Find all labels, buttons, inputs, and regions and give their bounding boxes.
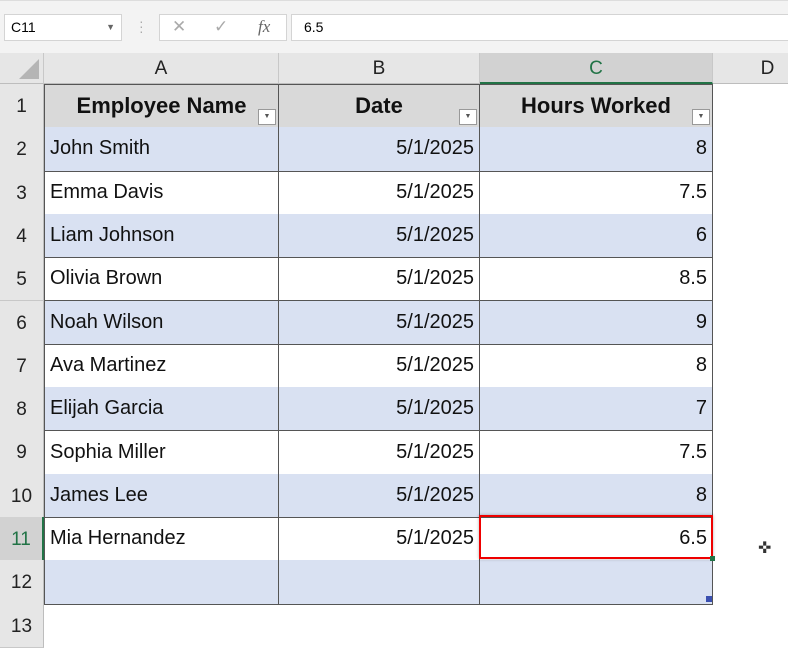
name-box[interactable]: C11 ▼ bbox=[4, 14, 122, 41]
table-cell[interactable]: 5/1/2025 bbox=[279, 387, 480, 431]
table-cell[interactable] bbox=[480, 560, 713, 604]
table-cell[interactable]: 5/1/2025 bbox=[279, 517, 480, 561]
row-header-2[interactable]: 2 bbox=[0, 127, 44, 171]
table-cell[interactable]: 8 bbox=[480, 344, 713, 388]
table-cell[interactable]: 7 bbox=[480, 387, 713, 431]
table-resize-handle[interactable] bbox=[706, 596, 712, 602]
row-header-10[interactable]: 10 bbox=[0, 474, 44, 518]
table-cell[interactable]: Elijah Garcia bbox=[44, 387, 279, 431]
table-cell[interactable]: Olivia Brown bbox=[44, 257, 279, 301]
header-label: Date bbox=[355, 93, 403, 119]
table-cell[interactable]: 5/1/2025 bbox=[279, 430, 480, 474]
header-label: Employee Name bbox=[77, 93, 247, 119]
header-cell[interactable]: Date ▼ bbox=[279, 84, 480, 128]
column-header-c[interactable]: C bbox=[480, 53, 713, 84]
formula-toolbar: C11 ▼ ··· ✕ ✓ fx 6.5 bbox=[0, 0, 788, 54]
table-cell[interactable]: Sophia Miller bbox=[44, 430, 279, 474]
name-box-value: C11 bbox=[11, 19, 36, 35]
row-header-7[interactable]: 7 bbox=[0, 344, 44, 388]
cell-cursor-icon: ✜ bbox=[758, 538, 771, 558]
table-cell[interactable]: 5/1/2025 bbox=[279, 127, 480, 171]
table-cell[interactable]: 5/1/2025 bbox=[279, 257, 480, 301]
cancel-icon[interactable]: ✕ bbox=[172, 17, 186, 37]
drag-handle-icon[interactable]: ··· bbox=[139, 19, 143, 34]
table-cell[interactable]: 5/1/2025 bbox=[279, 344, 480, 388]
row-header-13[interactable]: 13 bbox=[0, 604, 44, 648]
table-cell[interactable]: 8.5 bbox=[480, 257, 713, 301]
column-header-b[interactable]: B bbox=[279, 53, 480, 84]
header-cell[interactable]: Hours Worked ▼ bbox=[480, 84, 713, 128]
row-header-8[interactable]: 8 bbox=[0, 387, 44, 431]
table-cell[interactable]: John Smith bbox=[44, 127, 279, 171]
check-icon[interactable]: ✓ bbox=[214, 17, 228, 37]
table-cell[interactable]: Emma Davis bbox=[44, 171, 279, 215]
row-header-9[interactable]: 9 bbox=[0, 430, 44, 474]
table-cell[interactable]: 6 bbox=[480, 214, 713, 258]
row-header-5[interactable]: 5 bbox=[0, 257, 44, 301]
active-cell-highlight bbox=[479, 515, 713, 559]
table-cell[interactable]: 5/1/2025 bbox=[279, 301, 480, 345]
table-cell[interactable]: 7.5 bbox=[480, 171, 713, 215]
table-cell[interactable]: Ava Martinez bbox=[44, 344, 279, 388]
table-cell[interactable]: Mia Hernandez bbox=[44, 517, 279, 561]
table-cell[interactable]: 7.5 bbox=[480, 430, 713, 474]
select-all-icon bbox=[19, 59, 39, 79]
fx-icon[interactable]: fx bbox=[258, 17, 270, 37]
table-cell[interactable]: Liam Johnson bbox=[44, 214, 279, 258]
filter-dropdown-icon[interactable]: ▼ bbox=[258, 109, 276, 125]
table-cell[interactable]: 5/1/2025 bbox=[279, 474, 480, 518]
select-all-button[interactable] bbox=[0, 53, 44, 84]
table-cell[interactable]: 8 bbox=[480, 127, 713, 171]
table-cell[interactable]: 5/1/2025 bbox=[279, 214, 480, 258]
formula-buttons: ✕ ✓ fx bbox=[159, 14, 287, 41]
formula-input[interactable]: 6.5 bbox=[291, 14, 788, 41]
row-header-12[interactable]: 12 bbox=[0, 560, 44, 604]
table-cell[interactable] bbox=[44, 560, 279, 604]
row-header-3[interactable]: 3 bbox=[0, 171, 44, 215]
fill-handle[interactable] bbox=[710, 556, 715, 561]
table-cell[interactable]: 5/1/2025 bbox=[279, 171, 480, 215]
row-header-4[interactable]: 4 bbox=[0, 214, 44, 258]
column-header-d[interactable]: D bbox=[713, 53, 788, 84]
header-label: Hours Worked bbox=[521, 93, 671, 119]
table-cell[interactable]: James Lee bbox=[44, 474, 279, 518]
row-header-11[interactable]: 11 bbox=[0, 517, 44, 561]
table-cell[interactable]: 8 bbox=[480, 474, 713, 518]
chevron-down-icon[interactable]: ▼ bbox=[106, 15, 115, 40]
row-header-6[interactable]: 6 bbox=[0, 301, 44, 345]
filter-dropdown-icon[interactable]: ▼ bbox=[459, 109, 477, 125]
table-cell[interactable] bbox=[279, 560, 480, 604]
header-cell[interactable]: Employee Name ▼ bbox=[44, 84, 279, 128]
filter-dropdown-icon[interactable]: ▼ bbox=[692, 109, 710, 125]
table-cell[interactable]: 9 bbox=[480, 301, 713, 345]
row-header-1[interactable]: 1 bbox=[0, 84, 44, 128]
table-cell[interactable]: Noah Wilson bbox=[44, 301, 279, 345]
column-header-a[interactable]: A bbox=[44, 53, 279, 84]
